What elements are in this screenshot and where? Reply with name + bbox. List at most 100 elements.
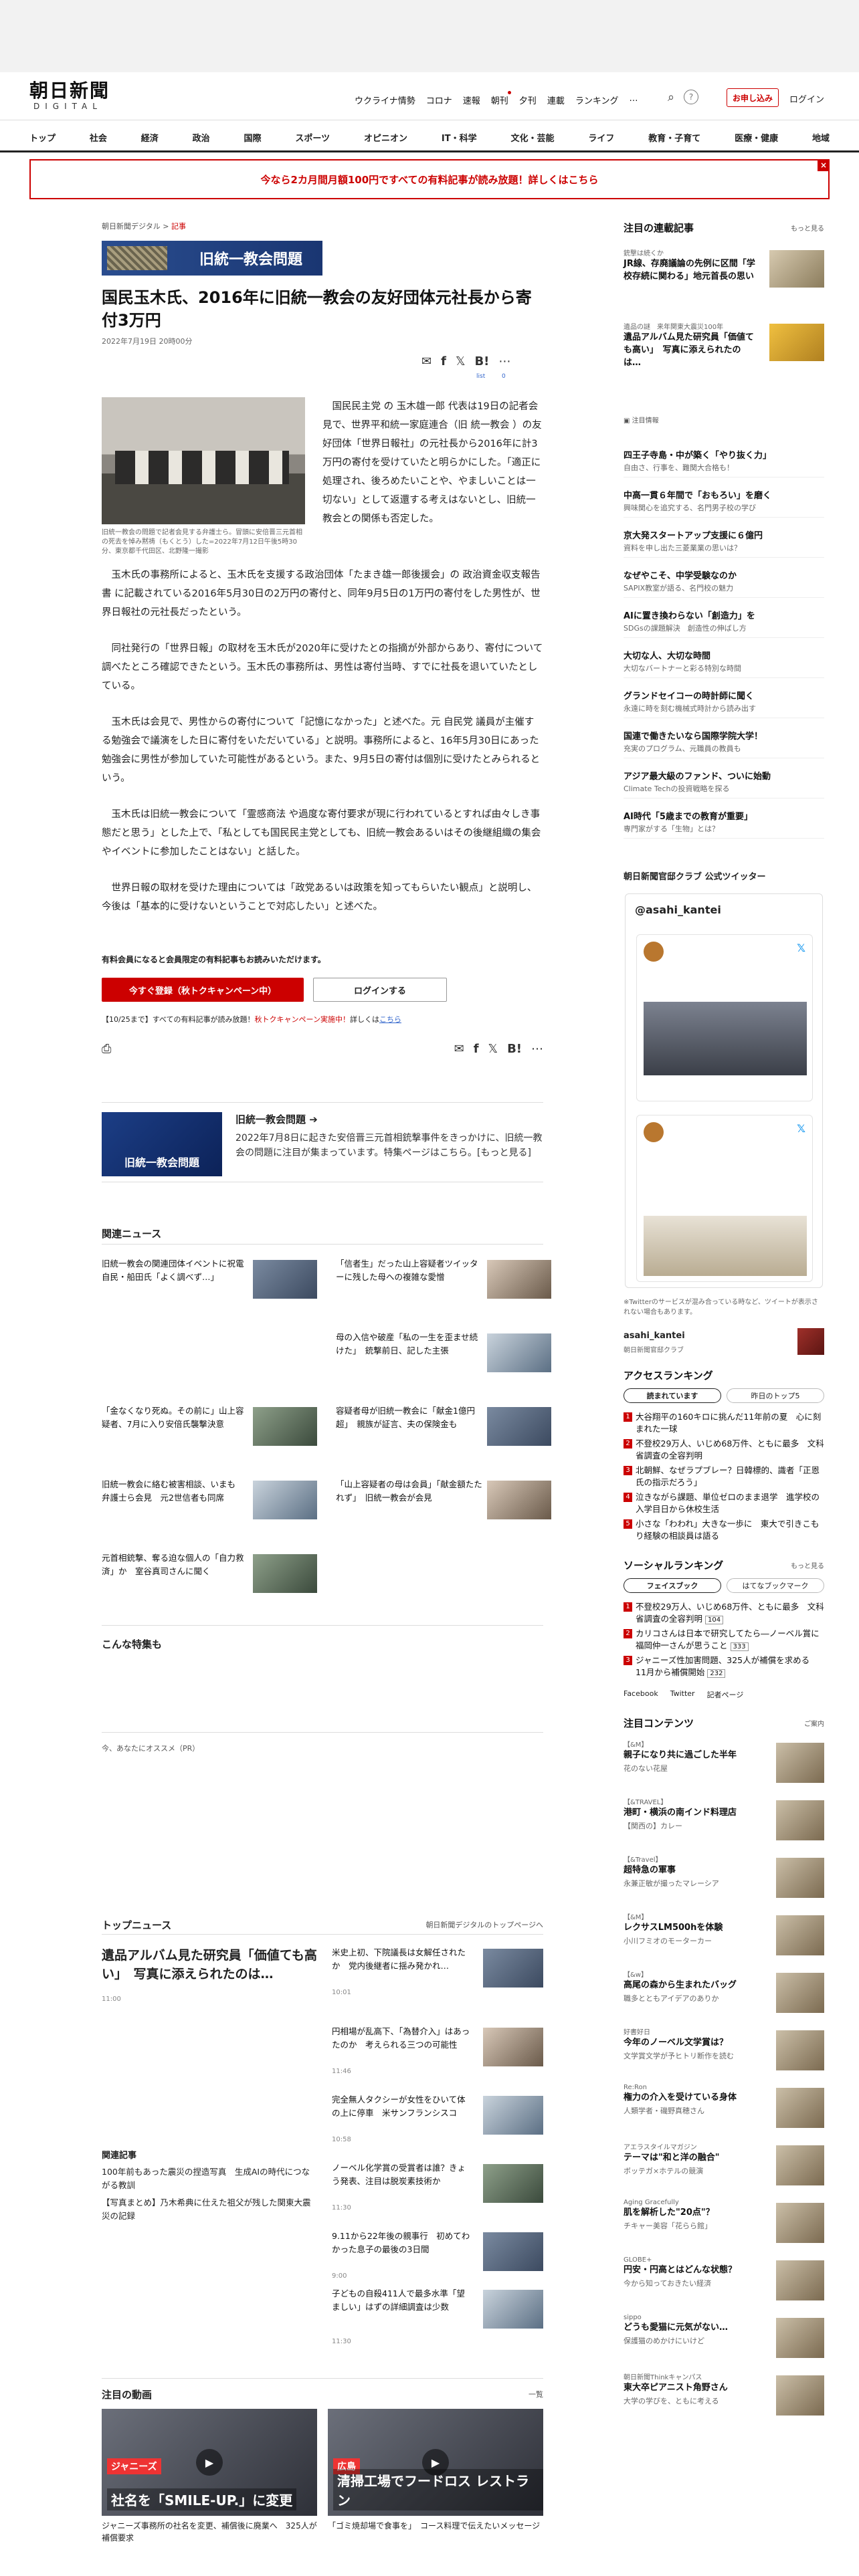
ranking-item[interactable]: 1 大谷翔平の160キロに挑んだ11年前の夏 心に刻まれた一球 bbox=[624, 1411, 824, 1435]
video-list-link[interactable]: 一覧 bbox=[529, 2389, 543, 2399]
gnav-economy[interactable]: 経済 bbox=[141, 131, 159, 144]
access-tab-read[interactable]: 読まれています bbox=[624, 1388, 721, 1403]
search-icon[interactable]: ⌕ bbox=[668, 90, 674, 104]
content-item[interactable]: アエラスタイルマガジン テーマは"和と洋の融合" ボッテガ×ホテルの競演 bbox=[624, 2141, 824, 2195]
gnav-international[interactable]: 国際 bbox=[244, 131, 262, 144]
kw-item[interactable]: 大切な人、大切な時間 大切なバートナーと彩る特別な時間 bbox=[624, 649, 824, 678]
facebook-icon[interactable]: f bbox=[474, 1042, 479, 1056]
related-article[interactable]: 【写真まとめ】乃木希典に仕えた祖父が残した関東大震災の記録 bbox=[102, 2196, 317, 2223]
twitter-handle[interactable]: @asahi_kantei bbox=[635, 903, 721, 916]
content-item[interactable]: 【&Travel】 超特急の軍事 永兼正敏が撮ったマレーシア bbox=[624, 1854, 824, 1907]
ranking-item[interactable]: 4 泣きながら課題、単位ゼロのまま退学 進学校の入学目日から休校生活 bbox=[624, 1491, 824, 1515]
share-list-label[interactable]: list bbox=[476, 373, 485, 380]
more-icon[interactable]: ⋯ bbox=[498, 354, 510, 368]
nav-evening[interactable]: 夕刊 bbox=[519, 94, 537, 106]
kw-item[interactable]: グランドセイコーの時計師に聞く 永遠に時を刻む機械式時計から読み出す bbox=[624, 689, 824, 718]
social-item[interactable]: 1 不登校29万人、いじめ68万件、ともに最多 文科省調査の全容判明 104 bbox=[624, 1601, 824, 1626]
content-item[interactable]: sippo どうも愛猫に元気がない… 保護猫のめかけにいけど bbox=[624, 2314, 824, 2367]
kw-item[interactable]: 国連で働きたいなら国際学院大学！ 充実のプログラム、元職員の教員も bbox=[624, 729, 824, 758]
crumb-section[interactable]: 記事 bbox=[171, 222, 186, 231]
video-card[interactable]: ▶ 広島 清掃工場でフードロス レストラン bbox=[328, 2409, 543, 2516]
twitter-icon[interactable]: 𝕏 bbox=[456, 354, 466, 368]
feature-box[interactable]: 旧統一教会問題 旧統一教会問題 ➔ 2022年7月8日に起きた安倍晋三元首相銃撃… bbox=[102, 1102, 543, 1182]
subscribe-button[interactable]: お申し込み bbox=[727, 88, 779, 107]
gnav-health[interactable]: 医療・健康 bbox=[735, 131, 778, 144]
nav-corona[interactable]: コロナ bbox=[426, 94, 452, 106]
content-item[interactable]: GLOBE+ 円安・円高とはどんな状態？ 今から知っておきたい経済 bbox=[624, 2256, 824, 2310]
mail-icon[interactable]: ✉ bbox=[454, 1042, 464, 1056]
related-item[interactable]: 容疑者母が旧統一教会に「献金1億円超」 親族が証言、夫の保険金も bbox=[336, 1404, 557, 1465]
login-button[interactable]: ログインする bbox=[313, 978, 447, 1002]
top-news-item[interactable]: 完全無人タクシーが女性をひいて体の上に停車 米サンフランシスコ 10:58 bbox=[332, 2093, 543, 2153]
social-tab-facebook[interactable]: フェイスブック bbox=[624, 1578, 721, 1593]
top-news-item[interactable]: 子どもの自殺411人で最多水準「望ましい」はずの詳細調査は少数 11:30 bbox=[332, 2287, 543, 2347]
twitter-embed[interactable]: @asahi_kantei 𝕏 𝕏 bbox=[625, 893, 823, 1288]
social-item[interactable]: 3 ジャニーズ性加害問題、325人が補償を求める 11月から補償開始 232 bbox=[624, 1654, 824, 1680]
gnav-education[interactable]: 教育・子育て bbox=[648, 131, 700, 144]
kw-item[interactable]: AIに置き換わらない「創造力」を SDGsの課題解決 創造性の伸ばし方 bbox=[624, 609, 824, 638]
campaign-banner[interactable]: 今なら2カ月間月額100円ですべての有料記事が読み放題！詳しくはこちら × bbox=[29, 159, 830, 199]
related-item[interactable]: 「山上容疑者の母は会員」「献金額たたれず」 旧統一教会が会見 bbox=[336, 1478, 557, 1538]
related-item[interactable]: 「金なくなり死ぬ。その前に」山上容疑者、7月に入り安倍氏襲撃決意 bbox=[102, 1404, 322, 1465]
top-news-item[interactable]: 米史上初、下院議長は女解任されたか 党内後継者に揺み発かれ… 10:01 bbox=[332, 1946, 543, 2006]
register-button[interactable]: 今すぐ登録（秋トクキャンペーン中） bbox=[102, 978, 304, 1002]
article-photo[interactable] bbox=[102, 397, 305, 524]
help-icon[interactable]: ? bbox=[684, 90, 699, 104]
tweet-image[interactable] bbox=[644, 1002, 807, 1075]
play-icon[interactable]: ▶ bbox=[196, 2449, 223, 2476]
gnav-politics[interactable]: 政治 bbox=[193, 131, 210, 144]
more-icon[interactable]: ⋯ bbox=[531, 1042, 543, 1056]
kw-item[interactable]: なぜやこそ、中学受験なのか SAPIX教室が語る、名門校の魅力 bbox=[624, 568, 824, 598]
series-more-link[interactable]: もっと見る bbox=[791, 223, 824, 233]
nav-more[interactable]: … bbox=[629, 94, 638, 106]
video-card[interactable]: ▶ ジャニーズ 社名を「SMILE-UP.」に変更 bbox=[102, 2409, 317, 2516]
promo-link[interactable]: こちら bbox=[379, 1015, 401, 1024]
content-item[interactable]: 【&w】 高尾の森から生まれたバッグ 職多とともアイデアのありか bbox=[624, 1969, 824, 2022]
close-icon[interactable]: × bbox=[818, 159, 830, 171]
gnav-top[interactable]: トップ bbox=[29, 131, 56, 144]
content-item[interactable]: Re:Ron 権力の介入を受けている身体 人類学者・磯野真穂さん bbox=[624, 2084, 824, 2137]
tweet-image[interactable] bbox=[644, 1216, 807, 1276]
nav-series[interactable]: 連載 bbox=[547, 94, 565, 106]
nav-morning[interactable]: 朝刊 bbox=[491, 91, 511, 106]
content-item[interactable]: 【&M】 親子になり共に過ごした半年 花のない花屋 bbox=[624, 1739, 824, 1792]
mail-icon[interactable]: ✉ bbox=[421, 354, 432, 368]
social-tab-hatena[interactable]: はてなブックマーク bbox=[727, 1578, 824, 1593]
kw-item[interactable]: アジア最大級のファンド、ついに始動 Climate Techの投資戦略を探る bbox=[624, 769, 824, 798]
related-item[interactable]: 母の入信や破産「私の一生を歪ませ続けた」 銃撃前日、記した主張 bbox=[336, 1331, 557, 1391]
top-news-main-title[interactable]: 遺品アルバム見た研究員「価値ても高い」 写真に添えられたのは… bbox=[102, 1946, 317, 1983]
topic-banner[interactable]: 旧統一教会問題 bbox=[102, 241, 322, 276]
kw-item[interactable]: 中高一貫６年間で「おもろい」を磨く 興味関心を追究する、名門男子校の学び bbox=[624, 488, 824, 518]
gnav-opinion[interactable]: オピニオン bbox=[364, 131, 407, 144]
feature-heading[interactable]: 旧統一教会問題 ➔ bbox=[235, 1112, 318, 1126]
gnav-society[interactable]: 社会 bbox=[90, 131, 107, 144]
twitter-icon[interactable]: 𝕏 bbox=[488, 1042, 498, 1056]
ranking-item[interactable]: 5 小さな「わわれ」大きな一歩に 東大で引きこもり経験の相談員は語る bbox=[624, 1518, 824, 1542]
hatena-icon[interactable]: B! bbox=[474, 354, 489, 368]
social-item[interactable]: 2 カリコさんは日本で研究してたら―ノーベル賞に福岡仲一さんが思うこと 333 bbox=[624, 1628, 824, 1653]
login-link[interactable]: ログイン bbox=[789, 92, 824, 105]
related-item[interactable]: 旧統一教会の関連団体イベントに祝電 自民・船田氏「よく調べず…」 bbox=[102, 1257, 322, 1317]
content-item[interactable]: 【&TRAVEL】 港町・横浜の南インド料理店 【関西の】カレー bbox=[624, 1796, 824, 1850]
tweet-card[interactable]: 𝕏 bbox=[636, 934, 813, 1101]
gnav-culture[interactable]: 文化・芸能 bbox=[510, 131, 554, 144]
facebook-icon[interactable]: f bbox=[441, 354, 446, 368]
nav-ranking[interactable]: ランキング bbox=[575, 94, 619, 106]
related-article[interactable]: 100年前もあった震災の捏造写真 生成AIの時代につながる教訓 bbox=[102, 2165, 317, 2192]
content-item[interactable]: 朝日新聞Thinkキャンパス 東大卒ピアニスト角野さん 大学の学びを、ともに考える bbox=[624, 2371, 824, 2425]
tweet-card[interactable]: 𝕏 bbox=[636, 1115, 813, 1282]
related-item[interactable]: 「信者生」だった山上容疑者ツイッターに残した母への複雑な愛憎 bbox=[336, 1257, 557, 1317]
content-item[interactable]: Aging Gracefully 肌を解析した"20点"？ チキャー美容「花らら館」 bbox=[624, 2199, 824, 2252]
video-caption[interactable]: ジャニーズ事務所の社名を変更、補償後に廃業へ 325人が補償要求 bbox=[102, 2520, 317, 2544]
series-item[interactable]: 銃撃は続くか JR線、存廃議論の先例に区間「学校存続に関わる」地元首長の思い bbox=[624, 247, 824, 288]
crumb-site[interactable]: 朝日新聞デジタル bbox=[102, 222, 161, 231]
site-logo[interactable]: 朝日新聞 DIGITAL bbox=[29, 80, 116, 112]
twitter-follow[interactable]: Twitter bbox=[670, 1689, 695, 1700]
nav-ukraine[interactable]: ウクライナ情勢 bbox=[355, 94, 415, 106]
top-news-item[interactable]: ノーベル化学賞の受賞者は誰？きょう発表、注目は脱炭素技術か 11:30 bbox=[332, 2161, 543, 2222]
gnav-region[interactable]: 地域 bbox=[812, 131, 830, 144]
gnav-sports[interactable]: スポーツ bbox=[295, 131, 330, 144]
hatena-icon[interactable]: B! bbox=[507, 1042, 522, 1056]
related-item[interactable]: 元首相銃撃、奪る迫な個人の「自力救済」か 室谷真司さんに聞く bbox=[102, 1551, 322, 1612]
access-tab-top5[interactable]: 昨日のトップ5 bbox=[727, 1388, 824, 1403]
